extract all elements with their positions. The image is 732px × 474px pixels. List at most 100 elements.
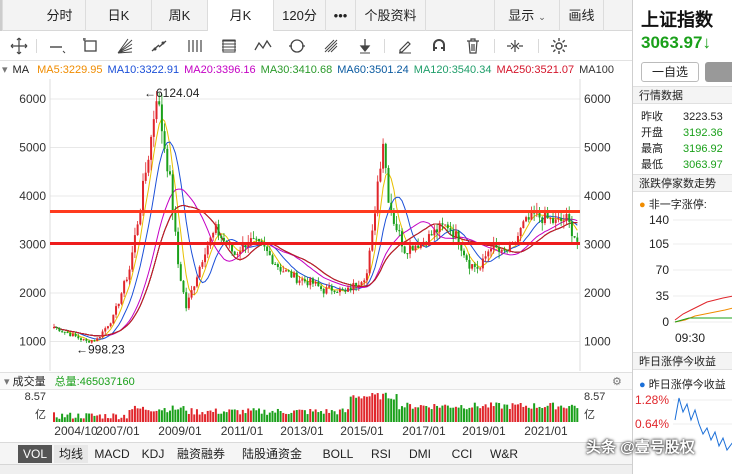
volume-bar [333, 411, 336, 422]
indicator-tab[interactable]: 融资融券 [172, 445, 230, 463]
volume-bar [174, 409, 177, 422]
indicator-tab[interactable]: 均线 [54, 445, 88, 463]
indicator-tab[interactable]: CCI [442, 445, 482, 463]
add-watchlist-button[interactable]: 一自选 [641, 62, 699, 82]
price-tick-right: 5000 [584, 141, 611, 155]
volume-axis-top-right: 8.57 [584, 391, 605, 403]
draw-line-button[interactable]: 画线 [560, 0, 604, 31]
candle-body [557, 218, 560, 220]
volume-bar [560, 405, 563, 422]
volume-bar [328, 412, 331, 422]
volume-bar [115, 414, 118, 422]
candle-body [365, 273, 368, 281]
volume-bar [403, 407, 406, 422]
ma-line [53, 117, 578, 342]
fan-lines-icon[interactable] [116, 37, 134, 55]
down-arrow-icon: ↓ [702, 33, 711, 52]
candle-body [349, 287, 352, 291]
down-arrow-marker-icon[interactable] [356, 37, 374, 55]
date-tick: 2017/01 [402, 424, 446, 438]
trend-channel-icon[interactable] [150, 37, 168, 55]
gear-icon[interactable]: ⚙ [612, 373, 622, 391]
volume-bar [352, 395, 355, 422]
indicator-tab[interactable]: BOLL [314, 445, 362, 463]
candle-body [252, 238, 255, 240]
tab-120min[interactable]: 120分 [274, 0, 326, 31]
volume-bar [430, 409, 433, 422]
collapse-toolbar-icon[interactable] [506, 37, 524, 55]
indicator-tab[interactable]: VOL [18, 445, 52, 463]
monthly-k-chart[interactable]: 6000 6000 5000 5000 4000 4000 3000 3000 2000 2000… [0, 79, 632, 371]
indicator-tab[interactable]: MACD [90, 445, 134, 463]
candle-body [552, 218, 555, 223]
indicator-tab-bar: VOL 均线 MACD KDJ 融资融券 陆股通资金 BOLL RSI DMI CCI W&R [0, 442, 632, 464]
indicator-tab[interactable]: 陆股通资金 [232, 445, 312, 463]
drawing-toolbar [0, 31, 632, 61]
magnet-icon[interactable] [430, 37, 448, 55]
candle-body [206, 245, 209, 255]
cycle-tool-icon[interactable] [288, 37, 306, 55]
volume-bar [503, 404, 506, 422]
high-annotation: ←6124.04 [144, 86, 200, 100]
volume-bar [123, 414, 126, 422]
volume-bar [128, 410, 131, 422]
candle-body [104, 328, 107, 332]
crosshair-move-icon[interactable] [10, 37, 28, 55]
tab-daily-k[interactable]: 日K [86, 0, 152, 31]
volume-bar [468, 407, 471, 422]
gear-icon[interactable] [550, 37, 568, 55]
tab-intraday[interactable]: 分时 [34, 0, 86, 31]
volume-bar [112, 413, 115, 422]
candle-body [190, 290, 193, 298]
indicator-tab[interactable]: KDJ [136, 445, 170, 463]
eraser-pen-icon[interactable] [396, 37, 414, 55]
candle-body [120, 293, 123, 304]
volume-bar [460, 405, 463, 422]
volume-bar [495, 402, 498, 422]
fibonacci-tool-icon[interactable] [322, 37, 340, 55]
ma-label[interactable]: MA [13, 64, 30, 76]
rectangle-tool-icon[interactable] [82, 37, 100, 55]
display-dropdown[interactable]: 显示 ⌄ [494, 0, 560, 31]
candle-body [66, 332, 69, 334]
candle-body [82, 339, 85, 341]
chevron-down-icon[interactable]: ▾ [4, 376, 10, 388]
chevron-down-icon[interactable]: ▾ [2, 64, 8, 76]
text-annotation-icon[interactable] [220, 37, 238, 55]
volume-bar [225, 412, 228, 422]
tab-weekly-k[interactable]: 周K [152, 0, 208, 31]
horizontal-line-icon[interactable] [48, 37, 66, 55]
price-tick-right: 1000 [584, 335, 611, 349]
quote-row-low: 最低 3063.97 [641, 159, 723, 171]
candle-body [298, 280, 301, 283]
tab-more[interactable]: ••• [326, 0, 356, 31]
candle-body [500, 249, 503, 252]
price-tick-left: 1000 [19, 335, 46, 349]
candle-body [220, 235, 223, 238]
tab-monthly-k[interactable]: 月K [208, 0, 274, 32]
mini-tick: 105 [649, 237, 669, 251]
wave-line-icon[interactable] [254, 37, 272, 55]
volume-bar [252, 408, 255, 422]
tab-stock-profile[interactable]: 个股资料 [356, 0, 426, 31]
volume-bar [481, 406, 484, 422]
volume-chart: 8.57 亿 8.57 亿 [25, 391, 605, 422]
candle-body [452, 230, 455, 238]
volume-bar [311, 411, 314, 422]
volume-bar [142, 406, 145, 422]
price-tick-left: 2000 [19, 286, 46, 300]
secondary-button[interactable] [705, 62, 732, 82]
trash-icon[interactable] [464, 37, 482, 55]
indicator-tab[interactable]: RSI [364, 445, 398, 463]
candle-body [382, 143, 385, 169]
candle-body [284, 270, 287, 272]
candle-body [560, 218, 563, 221]
candle-body [330, 286, 333, 291]
indicator-tab[interactable]: W&R [484, 445, 524, 463]
volume-bar [150, 411, 153, 422]
indicator-tab[interactable]: DMI [400, 445, 440, 463]
candle-body [352, 282, 355, 291]
parallel-lines-icon[interactable] [186, 37, 204, 55]
volume-bar [139, 408, 142, 422]
volume-bar [347, 409, 350, 422]
